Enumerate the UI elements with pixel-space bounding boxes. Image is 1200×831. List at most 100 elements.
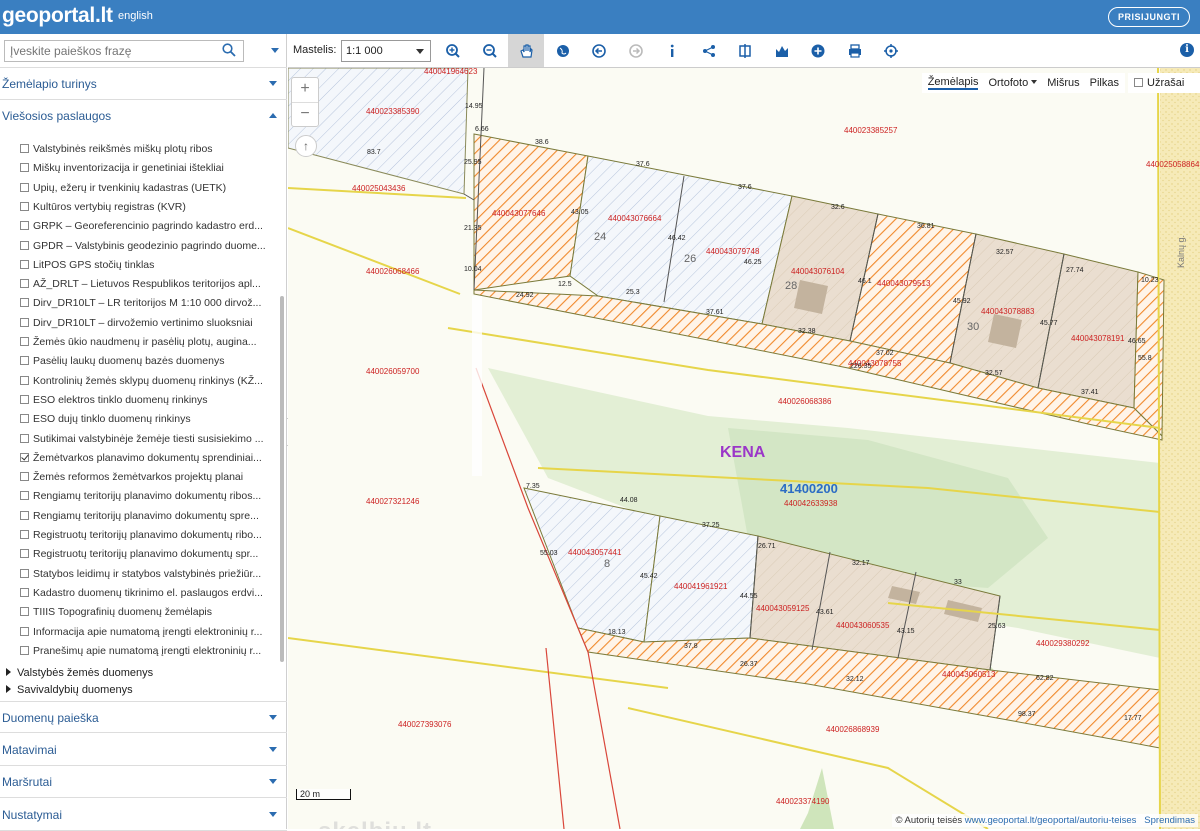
layer-item[interactable]: Dirv_DR10LT – LR teritorijos M 1:10 000 … xyxy=(20,294,274,313)
info-icon[interactable]: i xyxy=(1180,43,1194,57)
layer-checkbox[interactable] xyxy=(20,452,29,462)
group-state-land[interactable]: Valstybės žemės duomenys xyxy=(6,665,153,682)
layer-checkbox[interactable] xyxy=(20,472,29,482)
share-button[interactable] xyxy=(691,34,727,67)
back-arrow-button[interactable] xyxy=(581,34,617,67)
layer-item[interactable]: Dirv_DR10LT – dirvožemio vertinimo sluok… xyxy=(20,314,274,333)
layer-checkbox[interactable] xyxy=(20,298,29,308)
scale-select[interactable]: 1:1 000 xyxy=(341,40,431,62)
road xyxy=(472,296,482,476)
search-dropdown-icon[interactable] xyxy=(271,48,279,53)
layer-item[interactable]: Pranešimų apie numatomą įrengti elektron… xyxy=(20,642,274,661)
layer-checkbox[interactable] xyxy=(20,375,29,385)
layer-item[interactable]: ESO dujų tinklo duomenų rinkinys xyxy=(20,410,274,429)
layer-checkbox[interactable] xyxy=(20,317,29,327)
layer-checkbox[interactable] xyxy=(20,163,29,173)
info-button[interactable] xyxy=(654,34,690,67)
basemap-mixed[interactable]: Mišrus xyxy=(1047,77,1079,89)
layer-checkbox[interactable] xyxy=(20,587,29,597)
layer-item[interactable]: Pasėlių laukų duomenų bazės duomenys xyxy=(20,352,274,371)
layer-item[interactable]: AŽ_DRLT – Lietuvos Respublikos teritorij… xyxy=(20,275,274,294)
section-data-search[interactable]: Duomenų paieška xyxy=(0,701,287,733)
layer-item[interactable]: Žemės ūkio naudmenų ir pasėlių plotų, au… xyxy=(20,333,274,352)
north-arrow-icon[interactable]: ↑ xyxy=(295,135,317,157)
labels-checkbox[interactable] xyxy=(1134,78,1143,87)
layer-item[interactable]: Žemėtvarkos planavimo dokumentų sprendin… xyxy=(20,449,274,468)
basemap-map[interactable]: Žemėlapis xyxy=(927,76,979,90)
search-input[interactable] xyxy=(4,40,244,62)
layer-checkbox[interactable] xyxy=(20,510,29,520)
layer-checkbox[interactable] xyxy=(20,433,29,443)
layer-item[interactable]: Upių, ežerų ir tvenkinių kadastras (UETK… xyxy=(20,179,274,198)
pan-hand-button[interactable] xyxy=(508,34,544,67)
layer-checkbox[interactable] xyxy=(20,568,29,578)
language-link[interactable]: english xyxy=(118,10,153,22)
layer-checkbox[interactable] xyxy=(20,337,29,346)
solution-link[interactable]: Sprendimas xyxy=(1144,815,1195,826)
layer-item[interactable]: Rengiamų teritorijų planavimo dokumentų … xyxy=(20,507,274,526)
basemap-ortho[interactable]: Ortofoto xyxy=(988,77,1038,89)
globe-button[interactable] xyxy=(545,34,581,67)
layer-checkbox[interactable] xyxy=(20,356,29,366)
labels-toggle[interactable]: Užrašai xyxy=(1128,73,1200,93)
layer-item[interactable]: Žemės reformos žemėtvarkos projektų plan… xyxy=(20,468,274,487)
layer-checkbox[interactable] xyxy=(20,530,29,539)
layer-item[interactable]: ESO elektros tinklo duomenų rinkinys xyxy=(20,391,274,410)
section-map-contents[interactable]: Žemėlapio turinys xyxy=(0,68,287,100)
layer-checkbox[interactable] xyxy=(20,414,29,424)
chevron-down-icon xyxy=(269,81,277,86)
layer-checkbox[interactable] xyxy=(20,240,29,250)
layer-item[interactable]: Statybos leidimų ir statybos valstybinės… xyxy=(20,565,274,584)
geoportal-logo[interactable]: geoportal.lt xyxy=(2,4,113,28)
layer-checkbox[interactable] xyxy=(20,607,29,617)
layer-item[interactable]: TIIIS Topografinių duomenų žemėlapis xyxy=(20,603,274,622)
layer-item[interactable]: Kadastro duomenų tikrinimo el. paslaugos… xyxy=(20,584,274,603)
distance-label: 26.37 xyxy=(740,661,758,668)
layer-item[interactable]: Rengiamų teritorijų planavimo dokumentų … xyxy=(20,487,274,506)
basemap-grey[interactable]: Pilkas xyxy=(1090,77,1119,89)
section-routes[interactable]: Maršrutai xyxy=(0,766,287,798)
section-settings[interactable]: Nustatymai xyxy=(0,799,287,831)
layer-checkbox[interactable] xyxy=(20,182,29,192)
layer-item[interactable]: Registruotų teritorijų planavimo dokumen… xyxy=(20,526,274,545)
layer-checkbox[interactable] xyxy=(20,259,29,269)
layer-item[interactable]: GRPK – Georeferencinio pagrindo kadastro… xyxy=(20,217,274,236)
layer-checkbox[interactable] xyxy=(20,549,29,559)
layer-item[interactable]: Valstybinės reikšmės miškų plotų ribos xyxy=(20,140,274,159)
layer-checkbox[interactable] xyxy=(20,491,29,501)
profile-chart-button[interactable] xyxy=(764,34,800,67)
section-measurements[interactable]: Matavimai xyxy=(0,734,287,766)
layer-item[interactable]: GPDR – Valstybinis geodezinio pagrindo d… xyxy=(20,237,274,256)
layer-item[interactable]: Registruotų teritorijų planavimo dokumen… xyxy=(20,545,274,564)
add-button[interactable] xyxy=(800,34,836,67)
print-button[interactable] xyxy=(837,34,873,67)
zoom-out-button[interactable]: − xyxy=(292,102,318,126)
zoom-in-button[interactable]: + xyxy=(292,78,318,102)
locate-button[interactable] xyxy=(873,34,909,67)
layer-item[interactable]: Informacija apie numatomą įrengti elektr… xyxy=(20,623,274,642)
basemap-ortho-label: Ortofoto xyxy=(988,77,1029,89)
group-municipal[interactable]: Savivaldybių duomenys xyxy=(6,682,133,699)
layer-checkbox[interactable] xyxy=(20,279,29,289)
layer-checkbox[interactable] xyxy=(20,645,29,655)
zoom-out-button[interactable] xyxy=(472,34,508,67)
copyright-link[interactable]: www.geoportal.lt/geoportal/autoriu-teise… xyxy=(965,815,1137,826)
login-button[interactable]: PRISIJUNGTI xyxy=(1107,7,1190,27)
map-canvas[interactable]: 440041964623 440023385390 440023385257 4400… xyxy=(288,68,1200,829)
search-icon[interactable] xyxy=(222,43,236,57)
layer-item[interactable]: Miškų inventorizacija ir genetiniai ište… xyxy=(20,159,274,178)
layer-item[interactable]: Kultūros vertybių registras (KVR) xyxy=(20,198,274,217)
layer-item[interactable]: Sutikimai valstybinėje žemėje tiesti sus… xyxy=(20,430,274,449)
layer-checkbox[interactable] xyxy=(20,394,29,404)
zoom-in-button[interactable] xyxy=(435,34,471,67)
compare-button[interactable] xyxy=(727,34,763,67)
layer-checkbox[interactable] xyxy=(20,201,29,211)
layer-item[interactable]: LitPOS GPS stočių tinklas xyxy=(20,256,274,275)
sidebar-scrollbar[interactable] xyxy=(280,296,284,662)
forward-arrow-button[interactable] xyxy=(618,34,654,67)
layer-item[interactable]: Kontrolinių žemės sklypų duomenų rinkiny… xyxy=(20,372,274,391)
layer-checkbox[interactable] xyxy=(20,221,29,231)
layer-checkbox[interactable] xyxy=(20,144,29,153)
section-public-services[interactable]: Viešosios paslaugos xyxy=(0,100,287,132)
layer-checkbox[interactable] xyxy=(20,626,29,636)
